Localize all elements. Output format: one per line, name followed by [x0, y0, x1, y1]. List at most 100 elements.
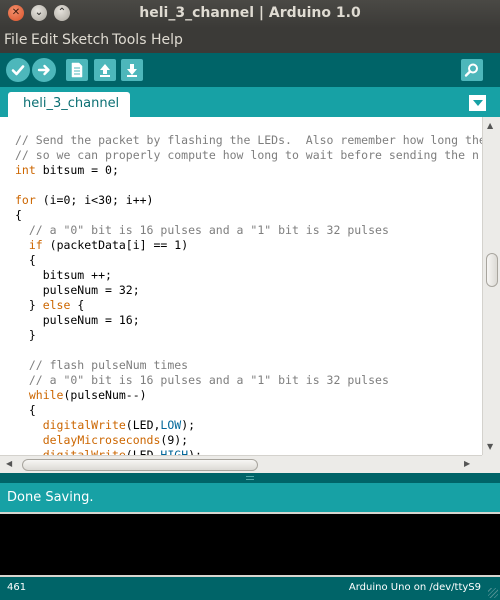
resize-grip-icon[interactable] — [488, 588, 498, 598]
line-number: 461 — [7, 582, 27, 593]
scroll-left-icon[interactable]: ◀ — [6, 459, 12, 468]
new-button[interactable] — [66, 59, 88, 81]
code-token: for — [15, 193, 36, 207]
code-line: pulseNum = 32; — [15, 283, 482, 298]
code-token: if — [28, 238, 43, 252]
vertical-scrollbar[interactable]: ▲ ▼ — [482, 117, 500, 455]
code-token: } — [15, 328, 36, 342]
code-line: { — [15, 253, 482, 268]
code-line: // a "0" bit is 16 pulses and a "1" bit … — [15, 373, 482, 388]
scroll-right-icon[interactable]: ▶ — [464, 459, 470, 468]
save-button[interactable] — [121, 59, 143, 81]
divider-grip-icon[interactable] — [246, 476, 254, 480]
console-output[interactable] — [0, 512, 500, 577]
code-token: } — [15, 298, 43, 312]
menu-tools[interactable]: Tools — [112, 32, 147, 48]
code-token: LOW — [160, 418, 182, 432]
code-token: pulseNum = 32; — [15, 283, 140, 297]
horizontal-scroll-thumb[interactable] — [22, 459, 258, 471]
upload-button[interactable] — [32, 58, 56, 82]
vertical-scroll-thumb[interactable] — [486, 253, 498, 287]
code-line: pulseNum = 16; — [15, 313, 482, 328]
code-line: // Send the packet by flashing the LEDs.… — [15, 133, 482, 148]
code-line: bitsum ++; — [15, 268, 482, 283]
serial-monitor-icon — [464, 63, 478, 77]
code-line: delayMicroseconds(9); — [15, 433, 482, 448]
code-token: int — [15, 163, 36, 177]
code-token: // a "0" bit is 16 pulses and a "1" bit … — [15, 223, 389, 237]
menu-file[interactable]: File — [4, 32, 27, 48]
verify-icon — [11, 65, 25, 76]
code-token: { — [15, 253, 36, 267]
code-token: { — [15, 208, 22, 222]
code-token: (i=0; i<30; i++) — [35, 193, 154, 207]
menu-bar: File Edit Sketch Tools Help — [0, 28, 500, 53]
code-line: { — [15, 208, 482, 223]
code-token: (LED, — [125, 448, 161, 455]
code-token: bitsum = 0; — [35, 163, 119, 177]
open-icon — [100, 64, 110, 77]
code-token: delayMicroseconds — [42, 433, 161, 447]
code-line: digitalWrite(LED,HIGH); — [15, 448, 482, 455]
code-token: pulseNum = 16; — [15, 313, 140, 327]
console-divider[interactable] — [0, 473, 500, 483]
tab-heli-3-channel[interactable]: heli_3_channel — [8, 92, 130, 117]
scroll-down-icon[interactable]: ▼ — [487, 442, 493, 451]
scroll-corner — [482, 455, 500, 473]
status-bar: Done Saving. — [0, 483, 500, 512]
code-token: // Send the packet by flashing the LEDs.… — [15, 133, 482, 147]
code-token: digitalWrite — [42, 418, 126, 432]
code-token: (packetData[i] == 1) — [42, 238, 189, 252]
code-token: ); — [188, 448, 202, 455]
new-icon — [71, 62, 83, 78]
scroll-up-icon[interactable]: ▲ — [487, 121, 493, 130]
code-token: bitsum ++; — [15, 268, 112, 282]
upload-icon — [37, 64, 50, 76]
code-line: // a "0" bit is 16 pulses and a "1" bit … — [15, 223, 482, 238]
toolbar — [0, 53, 500, 87]
code-token: { — [15, 403, 36, 417]
chevron-down-icon — [472, 100, 483, 106]
code-editor[interactable]: // Send the packet by flashing the LEDs.… — [0, 117, 500, 455]
code-token: ); — [181, 418, 196, 432]
tab-menu-button[interactable] — [469, 95, 486, 111]
code-token: (9); — [160, 433, 189, 447]
code-line: } else { — [15, 298, 482, 313]
menu-sketch[interactable]: Sketch — [62, 32, 109, 48]
verify-button[interactable] — [6, 58, 30, 82]
code-line: digitalWrite(LED,LOW); — [15, 418, 482, 433]
code-line: // so we can properly compute how long t… — [15, 148, 482, 163]
code-line: for (i=0; i<30; i++) — [15, 193, 482, 208]
code-line: { — [15, 403, 482, 418]
title-bar: ✕ ⌄ ⌃ heli_3_channel | Arduino 1.0 — [0, 0, 500, 28]
code-text[interactable]: // Send the packet by flashing the LEDs.… — [15, 133, 482, 455]
horizontal-scrollbar[interactable]: ◀ ▶ — [0, 455, 482, 473]
window-title: heli_3_channel | Arduino 1.0 — [139, 5, 361, 21]
code-token: HIGH — [160, 448, 189, 455]
footer-bar: 461 Arduino Uno on /dev/ttyS9 — [0, 577, 500, 600]
code-line: } — [15, 328, 482, 343]
menu-help[interactable]: Help — [151, 32, 183, 48]
save-icon — [127, 64, 137, 77]
board-info: Arduino Uno on /dev/ttyS9 — [348, 582, 481, 593]
code-line: int bitsum = 0; — [15, 163, 482, 178]
code-token: // so we can properly compute how long t… — [15, 148, 479, 162]
code-line: if (packetData[i] == 1) — [15, 238, 482, 253]
open-button[interactable] — [94, 59, 116, 81]
serial-monitor-button[interactable] — [461, 59, 483, 81]
menu-edit[interactable]: Edit — [31, 32, 58, 48]
code-token: else — [42, 298, 71, 312]
code-line: // flash pulseNum times — [15, 358, 482, 373]
code-token: while — [28, 388, 64, 402]
code-token: // flash pulseNum times — [15, 358, 189, 372]
tab-bar: heli_3_channel — [0, 87, 500, 117]
code-token: digitalWrite — [42, 448, 126, 455]
code-token: { — [70, 298, 85, 312]
